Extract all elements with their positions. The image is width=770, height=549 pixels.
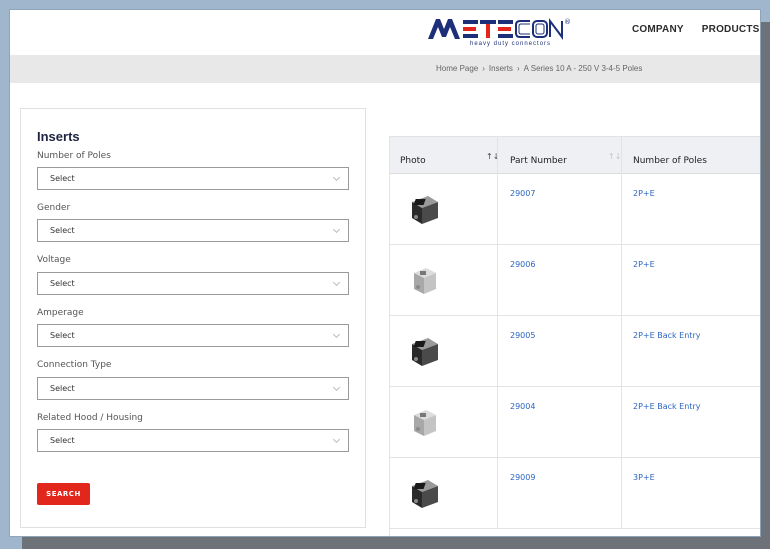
breadcrumb-separator: ›: [516, 64, 520, 73]
number-of-poles-select[interactable]: Select: [37, 167, 349, 190]
column-divider: [497, 174, 498, 245]
voltage-label: Voltage: [37, 255, 71, 265]
logo-tagline: heavy duty connectors: [470, 41, 552, 47]
breadcrumb-current: A Series 10 A - 250 V 3-4-5 Poles: [523, 64, 643, 73]
table-row: 29006 2P+E: [390, 245, 760, 316]
chevron-down-icon: [332, 278, 341, 287]
column-divider: [497, 458, 498, 529]
column-divider: [497, 387, 498, 458]
related-hood-label: Related Hood / Housing: [37, 413, 143, 423]
browser-window: ® heavy duty connectors COMPANY PRODUCTS…: [9, 9, 761, 537]
column-header-part-number[interactable]: Part Number: [510, 156, 567, 166]
logo-wordmark: [426, 17, 566, 41]
connection-type-select[interactable]: Select: [37, 377, 349, 400]
table-row: 29007 2P+E: [390, 174, 760, 245]
select-value: Select: [50, 279, 75, 288]
chevron-down-icon: [332, 173, 341, 182]
breadcrumb-home[interactable]: Home Page: [436, 64, 478, 73]
amperage-label: Amperage: [37, 308, 84, 318]
column-divider: [621, 174, 622, 245]
insert-black-icon[interactable]: [406, 332, 442, 370]
select-value: Select: [50, 174, 75, 183]
table-row: 29004 2P+E Back Entry: [390, 387, 760, 458]
column-divider: [497, 316, 498, 387]
insert-grey-icon[interactable]: [406, 261, 442, 299]
table-header: Photo ↑↓ Part Number ↑↓ Number of Poles: [390, 136, 760, 175]
column-divider: [621, 245, 622, 316]
number-of-poles-link[interactable]: 2P+E Back Entry: [633, 331, 700, 340]
number-of-poles-link[interactable]: 2P+E: [633, 260, 655, 269]
number-of-poles-link[interactable]: 2P+E Back Entry: [633, 402, 700, 411]
connection-type-label: Connection Type: [37, 360, 112, 370]
part-number-link[interactable]: 29004: [510, 402, 535, 411]
select-value: Select: [50, 226, 75, 235]
logo-graphic: [428, 18, 563, 40]
nav-item-products[interactable]: PRODUCTS: [702, 24, 760, 35]
part-number-link[interactable]: 29007: [510, 189, 535, 198]
voltage-select[interactable]: Select: [37, 272, 349, 295]
nav-item-company[interactable]: COMPANY: [632, 24, 684, 35]
sort-icon[interactable]: ↑↓: [608, 152, 621, 161]
related-hood-select[interactable]: Select: [37, 429, 349, 452]
site-header: ® heavy duty connectors COMPANY PRODUCTS…: [10, 10, 760, 55]
gender-label: Gender: [37, 203, 71, 213]
breadcrumb-bar: Home Page › Inserts › A Series 10 A - 25…: [10, 55, 760, 83]
main-nav: COMPANY PRODUCTS S: [632, 24, 760, 35]
breadcrumb-inserts[interactable]: Inserts: [489, 64, 513, 73]
select-value: Select: [50, 384, 75, 393]
filter-panel: Inserts Number of Poles Select Gender Se…: [20, 108, 366, 528]
select-value: Select: [50, 436, 75, 445]
column-header-photo[interactable]: Photo: [400, 156, 426, 166]
table-row: 29009 3P+E: [390, 458, 760, 529]
column-divider: [497, 245, 498, 316]
registered-mark: ®: [564, 18, 571, 26]
column-divider: [621, 387, 622, 458]
chevron-down-icon: [332, 435, 341, 444]
part-number-link[interactable]: 29009: [510, 473, 535, 482]
filter-title: Inserts: [37, 129, 80, 144]
chevron-down-icon: [332, 330, 341, 339]
amperage-select[interactable]: Select: [37, 324, 349, 347]
chevron-down-icon: [332, 383, 341, 392]
metecon-logo[interactable]: ® heavy duty connectors: [426, 17, 571, 51]
breadcrumb-separator: ›: [482, 64, 485, 73]
chevron-down-icon: [332, 225, 341, 234]
select-value: Select: [50, 331, 75, 340]
insert-grey-icon[interactable]: [406, 403, 442, 441]
results-table: Photo ↑↓ Part Number ↑↓ Number of Poles …: [389, 136, 760, 536]
part-number-link[interactable]: 29005: [510, 331, 535, 340]
number-of-poles-link[interactable]: 3P+E: [633, 473, 655, 482]
column-divider: [621, 137, 622, 175]
column-header-number-of-poles[interactable]: Number of Poles: [633, 156, 707, 166]
part-number-link[interactable]: 29006: [510, 260, 535, 269]
breadcrumb: Home Page › Inserts › A Series 10 A - 25…: [436, 64, 642, 73]
number-of-poles-link[interactable]: 2P+E: [633, 189, 655, 198]
table-row: 29005 2P+E Back Entry: [390, 316, 760, 387]
insert-black-icon[interactable]: [406, 474, 442, 512]
column-divider: [621, 316, 622, 387]
insert-black-icon[interactable]: [406, 190, 442, 228]
column-divider: [497, 137, 498, 175]
column-divider: [621, 458, 622, 529]
gender-select[interactable]: Select: [37, 219, 349, 242]
search-button[interactable]: SEARCH: [37, 483, 90, 505]
number-of-poles-label: Number of Poles: [37, 151, 111, 161]
